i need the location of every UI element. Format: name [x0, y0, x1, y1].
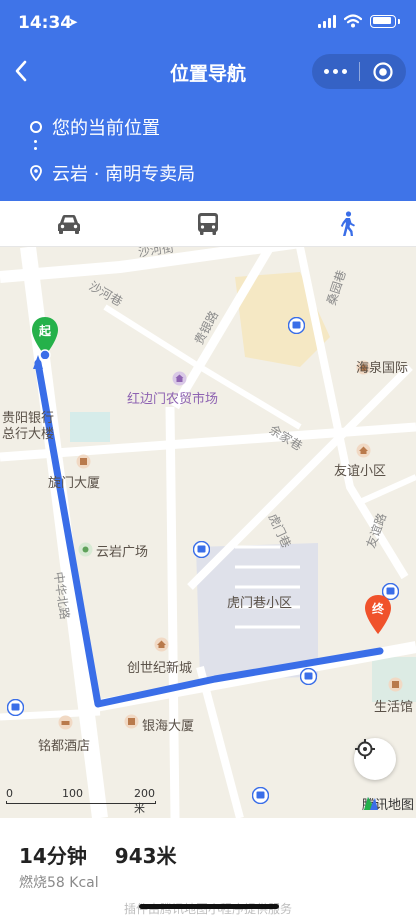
map-scale: 0 100 200 米: [6, 787, 166, 815]
navbar: 位置导航: [0, 46, 416, 96]
tab-car[interactable]: [0, 201, 139, 246]
map-provider-logo: 腾讯地图: [362, 794, 414, 813]
bus-stop-icon: [288, 317, 305, 334]
status-bar: 14:34 ➤: [0, 0, 416, 46]
status-time: 14:34: [18, 13, 73, 33]
building-icon: [356, 443, 371, 458]
map-view[interactable]: 起 终 沙河街 沙河巷 桑园巷 贵银路 海泉国际 红边门农贸市场 贵阳银行 总行…: [0, 247, 416, 818]
route-origin[interactable]: 您的当前位置: [30, 114, 160, 140]
signal-icon: [318, 14, 336, 28]
wifi-icon: [344, 14, 362, 28]
map-label-yinhai: 银海大厦: [142, 719, 195, 734]
crosshair-icon: [355, 739, 375, 759]
route-duration: 14分钟: [19, 844, 87, 868]
map-label-guiyang-bank-2: 总行大楼: [2, 427, 55, 442]
car-icon: [58, 214, 81, 234]
tab-bus[interactable]: [139, 201, 278, 246]
location-arrow-icon: ➤: [68, 15, 79, 29]
map-label-humen-xiaoqu: 虎门巷小区: [227, 596, 293, 611]
origin-label: 您的当前位置: [52, 118, 160, 139]
map-label-yunyan-plaza: 云岩广场: [96, 545, 149, 560]
market-icon: [172, 371, 187, 386]
route-distance: 943米: [114, 844, 177, 868]
travel-mode-tabs: [0, 201, 416, 247]
target-circle-icon: [373, 61, 393, 82]
more-button[interactable]: [312, 54, 359, 89]
bus-icon: [198, 212, 218, 235]
start-marker-label: 起: [38, 324, 51, 338]
locate-button[interactable]: [354, 738, 396, 780]
end-marker-label: 终: [371, 602, 384, 616]
walking-person-icon: [340, 210, 355, 236]
map-label-chuangshiji: 创世纪新城: [127, 661, 193, 676]
route-calories: 燃烧58 Kcal: [19, 875, 99, 891]
hotel-icon: [58, 715, 73, 730]
battery-tip: [398, 18, 400, 24]
map-label-shenghuoguan: 生活馆: [374, 700, 414, 715]
plaza-icon: [78, 542, 93, 557]
map-label-youyi-xiaoqu: 友谊小区: [334, 464, 387, 479]
header: 14:34 ➤ 位置导航 您的当前位置 云岩 · 南明专卖局: [0, 0, 416, 201]
building-icon: [124, 714, 139, 729]
bus-stop-icon: [7, 699, 24, 716]
route-destination[interactable]: 云岩 · 南明专卖局: [30, 160, 195, 186]
map-label-mingdu: 铭都酒店: [38, 739, 91, 754]
route-duration-distance: 14分钟 943米: [19, 840, 177, 869]
destination-label: 云岩 · 南明专卖局: [52, 164, 196, 185]
building-icon: [388, 677, 403, 692]
screen: 14:34 ➤ 位置导航 您的当前位置 云岩 · 南明专卖局 起 终 沙河街 沙…: [0, 0, 416, 917]
tab-walk[interactable]: [277, 201, 416, 246]
tencent-map-icon: [363, 797, 378, 810]
map-label-hongbianmen: 红边门农贸市场: [127, 392, 219, 407]
miniprogram-capsule: [312, 54, 406, 89]
bus-stop-icon: [300, 668, 317, 685]
status-icons: [318, 14, 400, 28]
end-marker[interactable]: 终: [362, 593, 394, 637]
building-icon: [154, 637, 169, 652]
start-marker[interactable]: 起: [29, 315, 61, 359]
close-miniprogram-button[interactable]: [360, 54, 406, 89]
bus-stop-icon: [252, 787, 269, 804]
map-label-xuanmen: 旋门大厦: [48, 476, 101, 491]
scale-mid: 100: [62, 787, 83, 800]
map-label-haiquan: 海泉国际: [356, 361, 409, 376]
battery-icon: [370, 14, 396, 28]
origin-circle-icon: [30, 121, 42, 133]
building-icon: [76, 454, 91, 469]
location-pin-icon: [30, 165, 42, 181]
bus-stop-icon: [193, 541, 210, 558]
scale-end: 200 米: [134, 787, 155, 815]
route-connector: [34, 140, 38, 154]
scale-zero: 0: [6, 787, 13, 800]
home-indicator[interactable]: [139, 904, 279, 909]
route-summary: 14分钟 943米 燃烧58 Kcal 插件由腾讯地图小程序提供服务: [0, 818, 416, 917]
